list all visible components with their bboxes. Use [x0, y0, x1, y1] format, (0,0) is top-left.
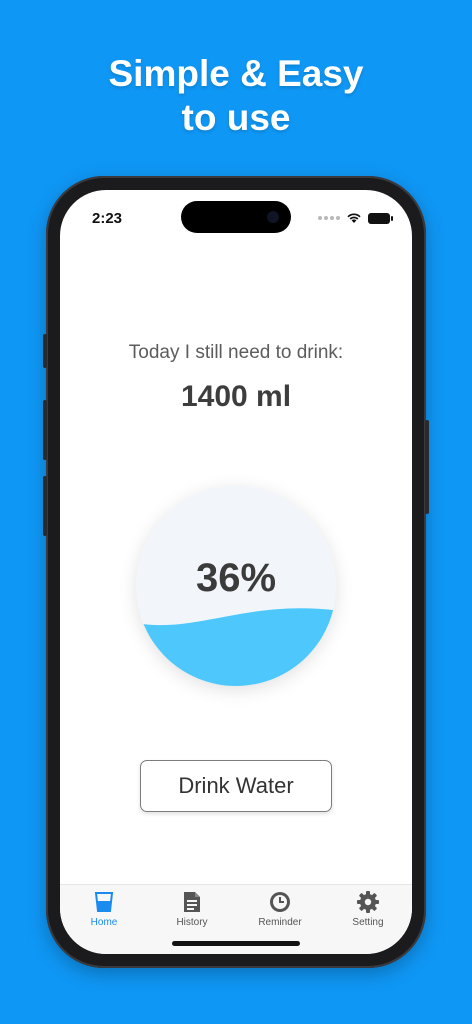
remaining-amount: 1400 ml — [180, 380, 292, 413]
battery-icon — [368, 212, 393, 224]
tab-bar: Home History Reminder Setting — [60, 884, 412, 954]
headline-line-1: Simple & Easy — [108, 53, 364, 94]
dynamic-island — [181, 201, 291, 233]
home-indicator — [172, 941, 300, 946]
camera-icon — [267, 211, 279, 223]
headline: Simple & Easy to use — [0, 52, 472, 140]
tab-setting-label: Setting — [352, 917, 384, 928]
power-button — [425, 420, 429, 514]
tab-setting[interactable]: Setting — [324, 891, 412, 928]
mute-switch — [43, 334, 47, 368]
progress-percent: 36% — [195, 556, 277, 600]
drink-water-button[interactable]: Drink Water — [140, 760, 332, 812]
gear-icon — [357, 891, 379, 913]
glass-icon — [94, 892, 114, 912]
tab-history[interactable]: History — [148, 891, 236, 928]
tab-reminder[interactable]: Reminder — [236, 891, 324, 928]
progress-circle: 36% — [136, 486, 336, 686]
phone-frame: 2:23 Today I still need to drink: 1400 m… — [43, 176, 429, 968]
status-time: 2:23 — [92, 210, 123, 227]
signal-icon — [318, 216, 340, 220]
tab-reminder-label: Reminder — [258, 917, 302, 928]
tab-home-label: Home — [90, 917, 118, 928]
headline-line-2: to use — [181, 97, 291, 138]
status-icons — [318, 212, 393, 224]
app-screen: 2:23 Today I still need to drink: 1400 m… — [60, 190, 412, 954]
document-icon — [184, 892, 200, 912]
volume-down-button — [43, 476, 47, 536]
clock-icon — [270, 892, 290, 912]
tab-history-label: History — [176, 917, 208, 928]
tab-home[interactable]: Home — [60, 891, 148, 928]
need-label: Today I still need to drink: — [128, 342, 344, 363]
volume-up-button — [43, 400, 47, 460]
wifi-icon — [347, 213, 361, 223]
